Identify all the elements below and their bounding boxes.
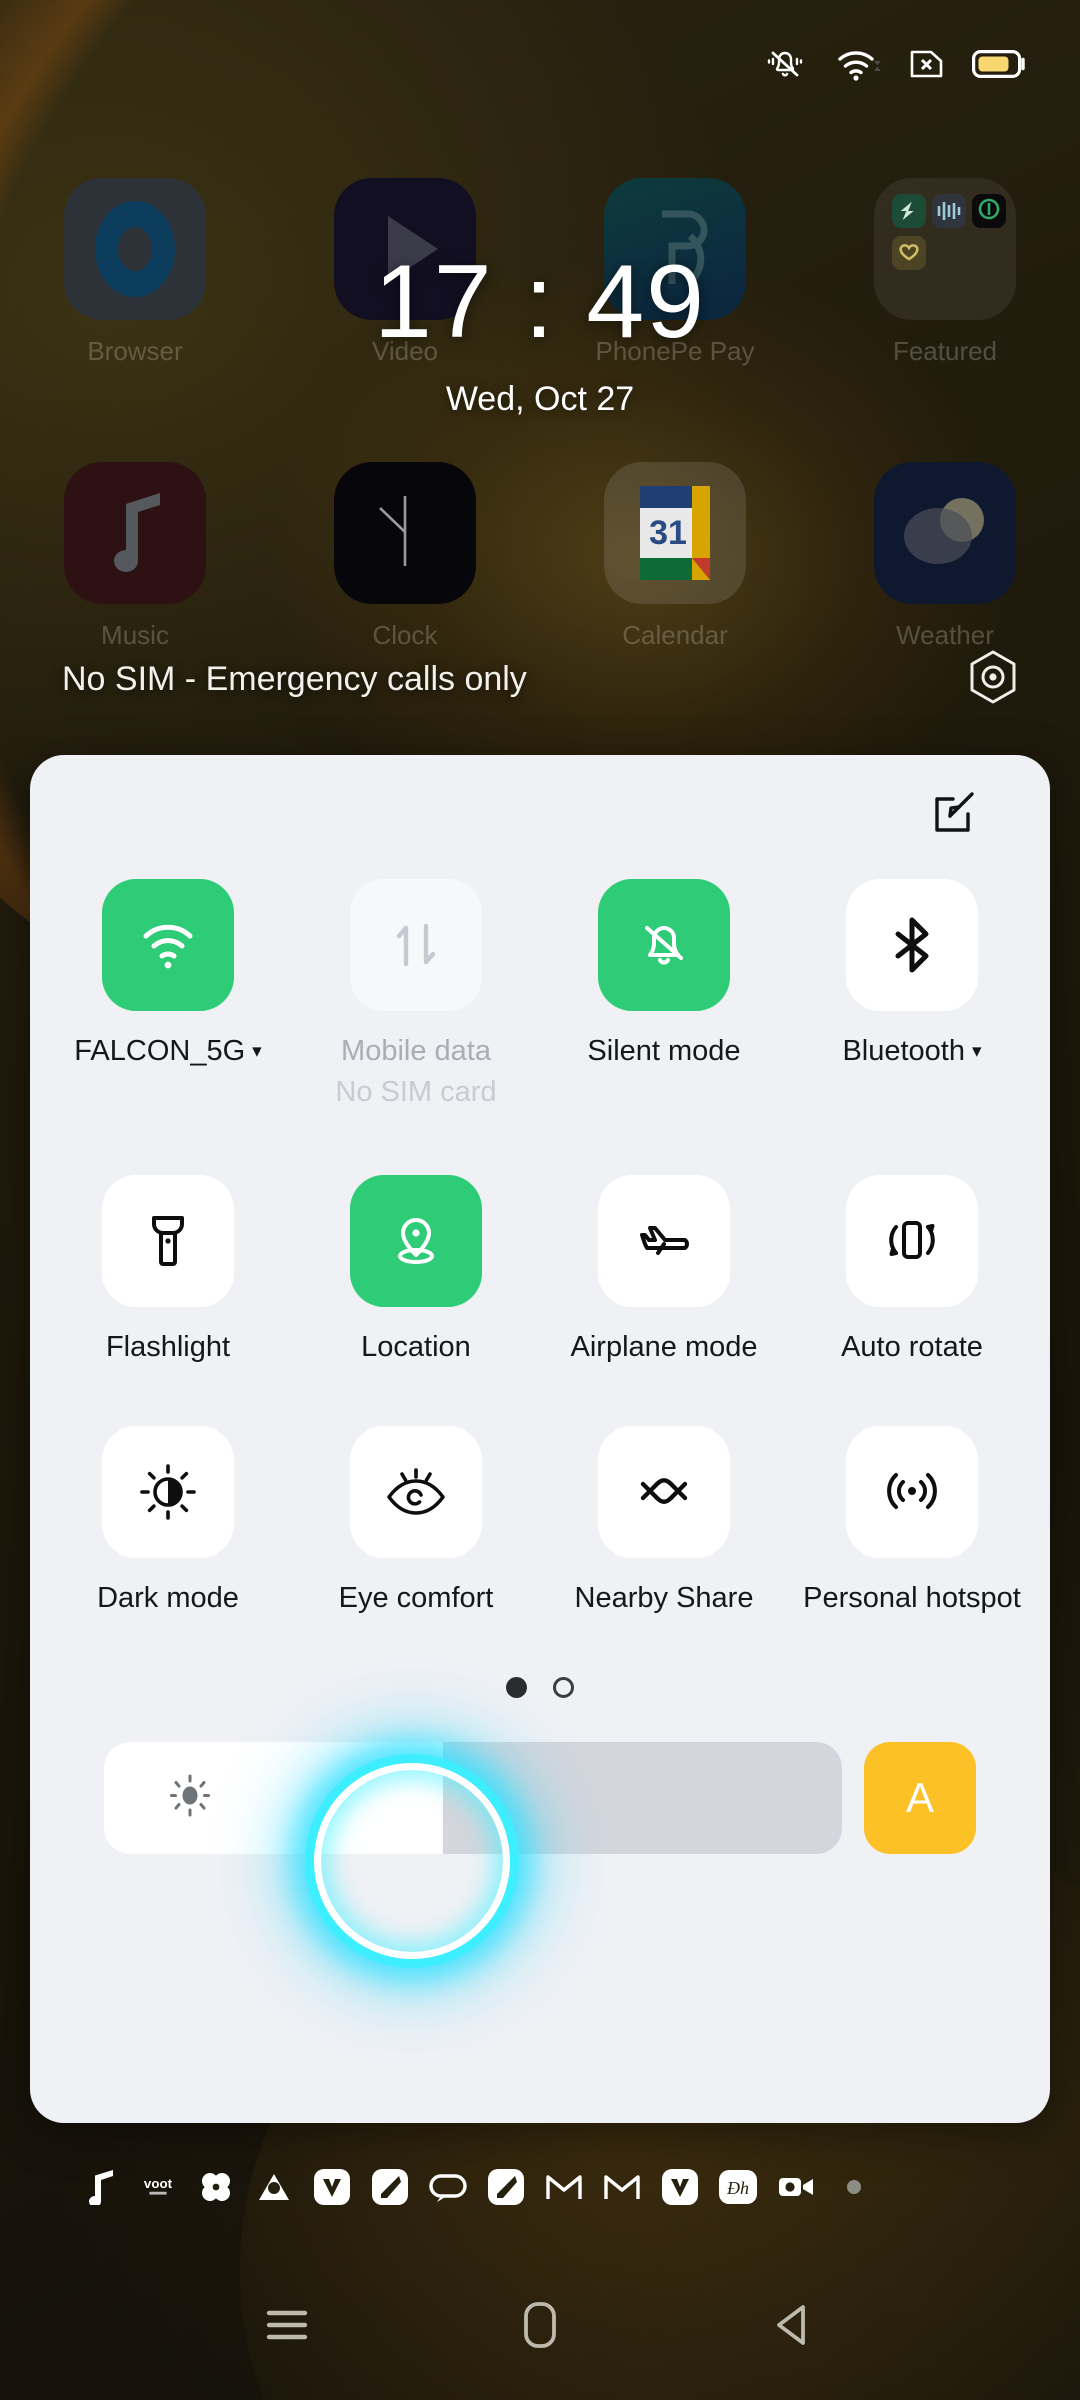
sim-status-text: No SIM - Emergency calls only	[62, 660, 527, 698]
qs-tile-airplane-mode[interactable]: Airplane mode	[540, 1175, 788, 1366]
home-app-calendar[interactable]: 31 Calendar	[540, 462, 810, 651]
settings-gear-icon[interactable]	[964, 648, 1022, 711]
qs-tile-button[interactable]	[350, 879, 482, 1011]
home-app-music[interactable]: Music	[0, 462, 270, 651]
quick-settings-page-indicator	[30, 1677, 1050, 1699]
slash-square-icon-2	[486, 2167, 526, 2207]
chat-bubble-icon	[428, 2167, 468, 2207]
calendar-icon: 31	[604, 462, 746, 604]
gmail-icon-2	[602, 2167, 642, 2207]
quick-settings-row-1: FALCON_5G ▾ Mobile data No SIM card Sile…	[30, 879, 1050, 1109]
qs-tile-mobile-data[interactable]: Mobile data No SIM card	[292, 879, 540, 1109]
qs-tile-label: Silent mode	[587, 1035, 741, 1067]
edit-pencil-icon[interactable]	[932, 789, 978, 840]
clover-icon	[196, 2167, 236, 2207]
clock-icon	[334, 462, 476, 604]
qs-tile-label: Mobile data	[341, 1035, 491, 1067]
qs-tile-label: Bluetooth ▾	[842, 1035, 982, 1067]
voot-icon: voot	[138, 2167, 178, 2207]
battery-icon	[972, 48, 1028, 85]
qs-tile-nearby-share[interactable]: Nearby Share	[540, 1426, 788, 1617]
qs-tile-flashlight[interactable]: Flashlight	[44, 1175, 292, 1366]
qs-tile-button[interactable]	[846, 1426, 978, 1559]
qs-tile-button[interactable]	[102, 879, 234, 1011]
qs-tile-eye-comfort[interactable]: Eye comfort	[292, 1426, 540, 1617]
home-app-label: Music	[101, 620, 169, 650]
sim-status-row: No SIM - Emergency calls only	[0, 648, 1080, 711]
brightness-row: A	[30, 1742, 1050, 1855]
lockscreen-clock: 17 : 49 Wed, Oct 27	[0, 250, 1080, 419]
brightness-slider[interactable]	[104, 1742, 842, 1855]
navigation-bar	[0, 2250, 1080, 2400]
video-camera-icon	[776, 2167, 816, 2207]
clock-date: Wed, Oct 27	[445, 380, 635, 418]
qs-tile-button[interactable]	[102, 1175, 234, 1308]
qs-tile-label: Airplane mode	[570, 1331, 758, 1364]
home-button[interactable]	[495, 2280, 585, 2370]
home-app-label: Calendar	[622, 620, 728, 650]
wifi-icon	[834, 44, 882, 89]
overflow-dot-icon	[834, 2167, 874, 2207]
music-note-icon	[80, 2167, 120, 2207]
home-app-clock[interactable]: Clock	[270, 462, 540, 651]
qs-tile-dark-mode[interactable]: Dark mode	[44, 1426, 292, 1617]
qs-tile-button[interactable]	[350, 1175, 482, 1308]
page-dot-1[interactable]	[506, 1677, 527, 1699]
qs-tile-button[interactable]	[846, 1175, 978, 1308]
svg-text:Ðh: Ðh	[726, 2178, 749, 2198]
qs-tile-sublabel: No SIM card	[335, 1076, 497, 1109]
qs-tile-label: Personal hotspot	[803, 1582, 1021, 1615]
qs-tile-button[interactable]	[846, 879, 978, 1011]
qs-tile-button[interactable]	[350, 1426, 482, 1559]
qs-tile-personal-hotspot[interactable]: Personal hotspot	[788, 1426, 1036, 1617]
disney-hotstar-icon: Ðh	[718, 2167, 758, 2207]
qs-tile-wifi[interactable]: FALCON_5G ▾	[44, 879, 292, 1109]
page-dot-2[interactable]	[553, 1677, 574, 1699]
vibrate-silent-icon	[762, 44, 808, 89]
v-badge-icon	[312, 2167, 352, 2207]
slash-square-icon	[370, 2167, 410, 2207]
chevron-down-icon[interactable]: ▾	[972, 1040, 982, 1064]
qs-tile-silent-mode[interactable]: Silent mode	[540, 879, 788, 1109]
home-app-row-2: Music Clock 31 Calendar Weather	[0, 462, 1080, 651]
recents-button[interactable]	[242, 2280, 332, 2370]
weather-icon	[874, 462, 1016, 604]
qs-tile-auto-rotate[interactable]: Auto rotate	[788, 1175, 1036, 1366]
sim-missing-icon	[908, 45, 946, 88]
home-app-label: Clock	[372, 620, 438, 650]
qs-tile-label: Auto rotate	[841, 1331, 983, 1364]
clock-time: 17 : 49	[373, 244, 707, 360]
gmail-icon	[544, 2167, 584, 2207]
chevron-down-icon[interactable]: ▾	[252, 1040, 262, 1064]
qs-tile-button[interactable]	[598, 1426, 730, 1559]
qs-tile-label: Eye comfort	[338, 1582, 494, 1615]
qs-tile-label: Nearby Share	[574, 1582, 754, 1615]
svg-text:voot: voot	[144, 2176, 173, 2191]
qs-tile-label: Dark mode	[97, 1582, 239, 1615]
quick-settings-header	[30, 755, 1050, 873]
quick-settings-row-2: Flashlight Location Airplane mode Auto r…	[30, 1175, 1050, 1366]
home-app-weather[interactable]: Weather	[810, 462, 1080, 651]
home-app-label: Weather	[896, 620, 994, 650]
quick-settings-panel: FALCON_5G ▾ Mobile data No SIM card Sile…	[30, 755, 1050, 2123]
triangle-share-icon	[254, 2167, 294, 2207]
auto-brightness-button[interactable]: A	[864, 1742, 976, 1855]
back-button[interactable]	[748, 2280, 838, 2370]
v-badge-icon-2	[660, 2167, 700, 2207]
brightness-slider-fill	[104, 1742, 444, 1855]
music-icon	[64, 462, 206, 604]
qs-tile-bluetooth[interactable]: Bluetooth ▾	[788, 879, 1036, 1109]
qs-tile-button[interactable]	[598, 1175, 730, 1308]
status-bar	[0, 0, 1080, 132]
qs-tile-button[interactable]	[598, 879, 730, 1011]
qs-tile-label: Flashlight	[105, 1331, 231, 1364]
qs-tile-label: Location	[361, 1331, 471, 1364]
qs-tile-label: FALCON_5G ▾	[74, 1035, 262, 1067]
calendar-day: 31	[649, 514, 687, 552]
quick-settings-row-3: Dark mode Eye comfort Nearby Share Perso…	[30, 1426, 1050, 1617]
qs-tile-location[interactable]: Location	[292, 1175, 540, 1366]
brightness-sun-icon	[166, 1772, 214, 1825]
notification-icon-tray: voot Ðh	[0, 2155, 1080, 2219]
qs-tile-button[interactable]	[102, 1426, 234, 1559]
